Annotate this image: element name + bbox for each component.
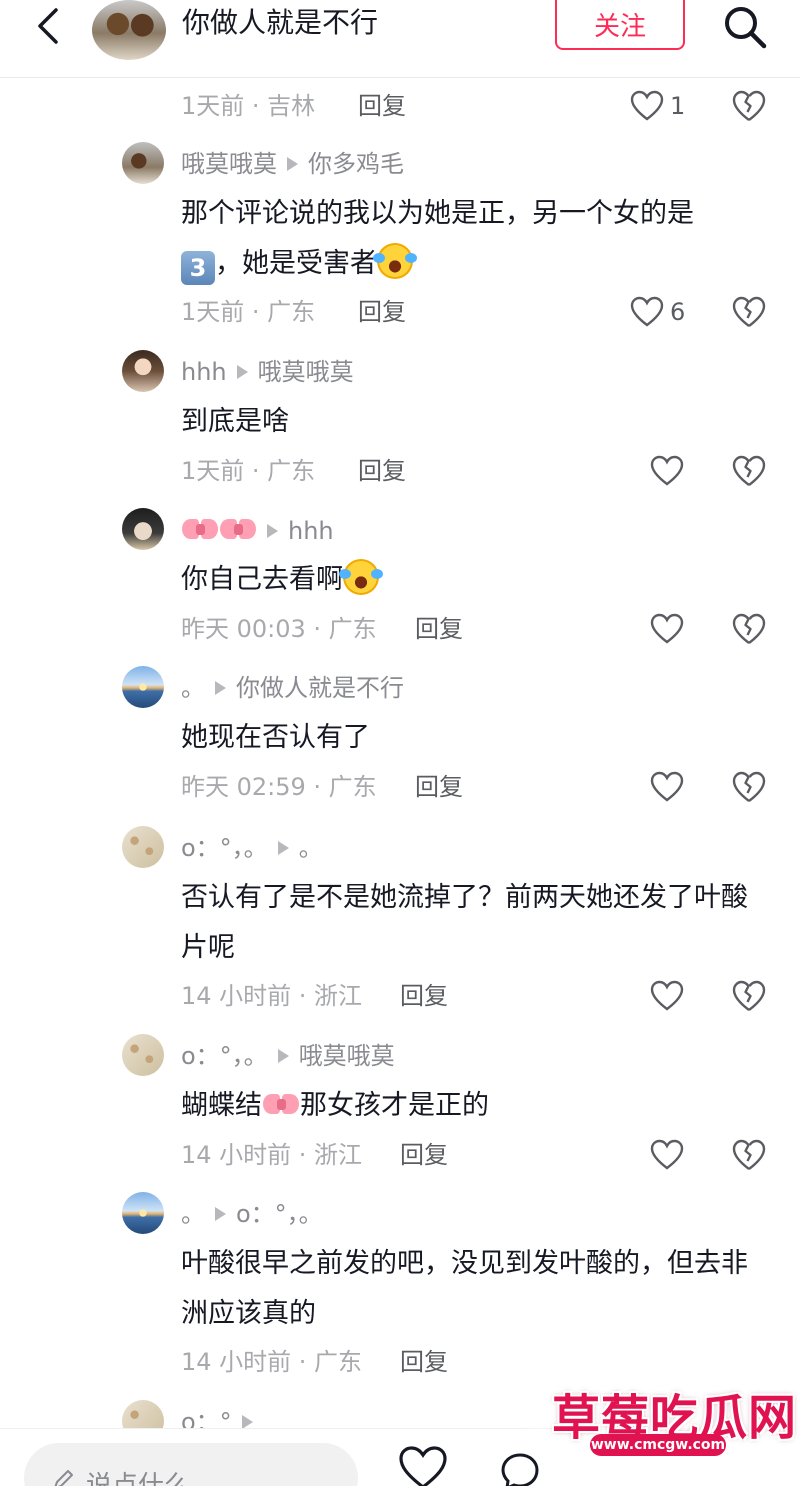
avatar[interactable] — [122, 826, 164, 868]
comment-time-location: 14 小时前 · 广东 — [181, 1348, 363, 1376]
page-title: 你做人就是不行 — [182, 6, 379, 39]
like-button[interactable] — [650, 453, 710, 489]
like-button[interactable]: 6 — [630, 294, 690, 330]
like-button[interactable] — [650, 1137, 710, 1173]
follow-button[interactable]: 关注 — [555, 0, 685, 50]
comment-time-location: 1天前 · 广东 — [181, 457, 316, 485]
comment-text: 你自己去看啊 — [181, 555, 771, 605]
triangle-reply-icon — [267, 524, 278, 538]
comment-text: 叶酸很早之前发的吧，没见到发叶酸的，但去非洲应该真的 — [181, 1248, 748, 1329]
broken-heart-icon[interactable] — [731, 294, 767, 330]
comment-input-placeholder: 说点什么 — [86, 1471, 191, 1486]
heart-icon — [630, 90, 664, 121]
like-button[interactable]: 1 — [630, 88, 690, 124]
heart-icon — [650, 455, 684, 486]
reply-button[interactable]: 回复 — [400, 1140, 448, 1170]
avatar[interactable] — [122, 1034, 164, 1076]
like-count: 1 — [670, 92, 686, 120]
search-icon[interactable] — [722, 4, 768, 50]
triangle-reply-icon — [241, 1415, 253, 1428]
reply-button[interactable]: 回复 — [415, 614, 463, 644]
reply-button[interactable]: 回复 — [358, 297, 406, 327]
triangle-reply-icon — [215, 681, 226, 695]
like-button[interactable] — [650, 769, 710, 805]
comment-author: hhh 哦莫哦莫 — [181, 358, 354, 386]
comment-text: 蝴蝶结 那女孩才是正的 — [181, 1090, 489, 1121]
triangle-reply-icon — [277, 841, 289, 855]
reply-button[interactable]: 回复 — [358, 456, 406, 486]
comment-author: 。 o：°，。 — [181, 1200, 323, 1228]
triangle-reply-icon — [215, 1207, 226, 1221]
heart-icon — [650, 771, 684, 802]
laughing-crying-emoji — [373, 243, 417, 279]
comment-time-location: 昨天 02:59 · 广东 — [181, 773, 377, 801]
comment-author: o：°，。。 — [181, 834, 323, 862]
bow-emoji — [262, 1090, 300, 1120]
like-count: 6 — [670, 298, 686, 326]
avatar[interactable] — [122, 666, 164, 708]
back-arrow-icon[interactable] — [30, 6, 70, 46]
comment-text: 那个评论说的我以为她是正，另一个女的是 3 ，她是受害者 — [181, 189, 771, 289]
comment-time-location: 14 小时前 · 浙江 — [181, 982, 363, 1010]
broken-heart-icon[interactable] — [731, 88, 767, 124]
comment-time-location: 昨天 00:03 · 广东 — [181, 615, 377, 643]
watermark-url: www.cmcgw.com — [590, 1434, 726, 1456]
triangle-reply-icon — [277, 1049, 289, 1063]
triangle-reply-icon — [236, 365, 248, 379]
comment-author: o：°，。 哦莫哦莫 — [181, 1042, 395, 1070]
heart-icon — [650, 980, 684, 1011]
comment-author: hhh — [181, 515, 334, 546]
comment-author: 。你做人就是不行 — [181, 674, 404, 702]
comment-time-location: 1天前 · 吉林 — [181, 92, 316, 120]
heart-icon — [650, 1139, 684, 1170]
broken-heart-icon[interactable] — [731, 769, 767, 805]
comment-list[interactable]: 1天前 · 吉林 回复 1 哦莫哦莫 你多鸡毛 那个评论说的我以为她是正，另一个女… — [0, 78, 800, 1428]
broken-heart-icon[interactable] — [731, 978, 767, 1014]
bow-emoji — [219, 515, 257, 545]
like-button[interactable] — [650, 978, 710, 1014]
top-bar: 你做人就是不行 关注 — [0, 0, 800, 78]
reply-button[interactable]: 回复 — [400, 1347, 448, 1377]
reply-button[interactable]: 回复 — [400, 981, 448, 1011]
avatar[interactable] — [122, 1400, 164, 1428]
broken-heart-icon[interactable] — [731, 611, 767, 647]
pen-icon — [54, 1470, 73, 1486]
heart-icon — [630, 296, 664, 327]
avatar[interactable] — [122, 350, 164, 392]
like-button[interactable] — [650, 611, 710, 647]
keycap-emoji: 3 — [181, 251, 215, 285]
avatar[interactable] — [122, 142, 164, 184]
avatar[interactable] — [122, 508, 164, 550]
comment-text: 到底是啥 — [181, 406, 289, 437]
avatar[interactable] — [122, 1192, 164, 1234]
broken-heart-icon[interactable] — [731, 453, 767, 489]
bow-emoji — [181, 515, 219, 545]
heart-icon — [650, 613, 684, 644]
broken-heart-icon[interactable] — [731, 1137, 767, 1173]
comment-time-location: 14 小时前 · 浙江 — [181, 1141, 363, 1169]
comment-text: 她现在否认有了 — [181, 722, 370, 753]
comment-author: o：° — [181, 1407, 263, 1428]
heart-icon[interactable] — [398, 1445, 448, 1486]
comment-author: 哦莫哦莫 你多鸡毛 — [181, 150, 404, 178]
reply-button[interactable]: 回复 — [358, 91, 406, 121]
laughing-crying-emoji — [339, 559, 383, 595]
author-avatar[interactable] — [92, 0, 166, 60]
triangle-reply-icon — [287, 157, 298, 171]
reply-button[interactable]: 回复 — [415, 772, 463, 802]
comment-text: 否认有了是不是她流掉了？前两天她还发了叶酸片呢 — [181, 882, 748, 963]
comment-time-location: 1天前 · 广东 — [181, 298, 316, 326]
